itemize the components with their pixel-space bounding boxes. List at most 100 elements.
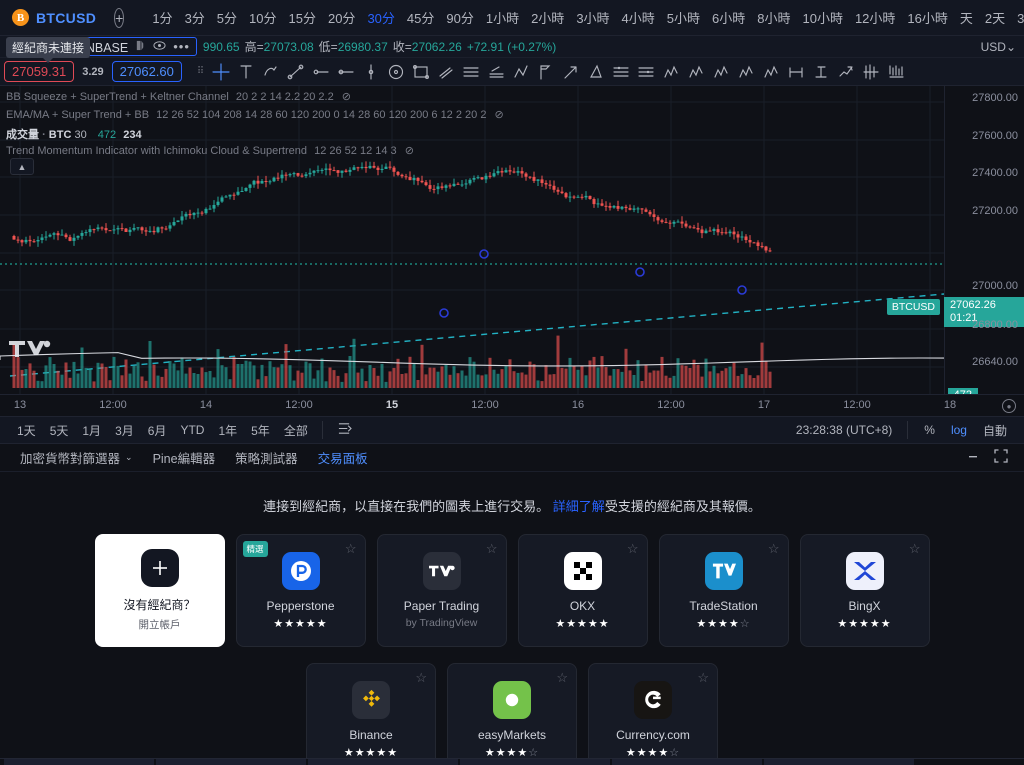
timeframe-2天[interactable]: 2天	[979, 5, 1011, 30]
range-全部[interactable]: 全部	[277, 419, 315, 442]
timeframe-3天[interactable]: 3天	[1011, 5, 1024, 30]
broker-card-okx[interactable]: ☆ OKX ★★★★★	[517, 534, 648, 647]
chart-area[interactable]: BB Squeeze + SuperTrend + Keltner Channe…	[0, 86, 1024, 394]
buy-price-button[interactable]: 27062.60	[111, 61, 182, 82]
favorite-star-icon[interactable]: ☆	[345, 542, 357, 555]
time-scale[interactable]: 13 12:00 14 12:00 15 12:00 16 12:00 17 12:00 18 ●	[0, 394, 1024, 416]
date-range-icon[interactable]	[808, 60, 833, 84]
timeframe-10小時[interactable]: 10小時	[796, 5, 848, 30]
broker-card-tradestation[interactable]: ☆ TradeStation ★★★★☆	[658, 534, 789, 647]
percent-scale-button[interactable]: %	[917, 420, 942, 440]
timeframe-30分[interactable]: 30分	[361, 5, 400, 30]
tab-加密貨幣對篩選器[interactable]: 加密貨幣對篩選器 ⌄	[10, 444, 143, 471]
maximize-icon[interactable]	[994, 449, 1008, 466]
timeframe-2小時[interactable]: 2小時	[525, 5, 570, 30]
abcd-pattern-icon[interactable]	[683, 60, 708, 84]
trend-line-icon[interactable]	[283, 60, 308, 84]
range-5年[interactable]: 5年	[244, 419, 277, 442]
favorite-star-icon[interactable]: ☆	[697, 671, 709, 684]
taskbar-segment[interactable]	[4, 759, 154, 765]
hide-indicator-icon[interactable]: ⊘	[495, 109, 504, 121]
minimize-icon[interactable]	[966, 450, 980, 465]
currency-selector[interactable]: USD⌄	[981, 40, 1016, 54]
broker-card-paper-trading[interactable]: ☆ Paper Trading by TradingView	[376, 534, 507, 647]
collapse-pane-button[interactable]: ▲	[10, 158, 34, 175]
circle-icon[interactable]	[383, 60, 408, 84]
favorite-star-icon[interactable]: ☆	[556, 671, 568, 684]
timeframe-10分[interactable]: 10分	[243, 5, 282, 30]
arrow-marker-icon[interactable]	[558, 60, 583, 84]
learn-more-link[interactable]: 詳細了解	[553, 499, 605, 514]
hide-indicator-icon[interactable]: ⊘	[405, 145, 414, 157]
crosshair-icon[interactable]	[208, 60, 233, 84]
log-scale-button[interactable]: log	[944, 420, 974, 440]
range-YTD[interactable]: YTD	[173, 420, 211, 440]
more-options-icon[interactable]: •••	[173, 40, 190, 53]
favorite-star-icon[interactable]: ☆	[486, 542, 498, 555]
timeframe-4小時[interactable]: 4小時	[616, 5, 661, 30]
range-1年[interactable]: 1年	[211, 419, 244, 442]
reset-chart-icon[interactable]	[330, 419, 359, 441]
triangle-icon[interactable]	[583, 60, 608, 84]
gann-fan-icon[interactable]	[508, 60, 533, 84]
timeframe-天[interactable]: 天	[954, 5, 979, 30]
indicator-legend-1[interactable]: BB Squeeze + SuperTrend + Keltner Channe…	[6, 90, 351, 103]
bars-pattern-icon[interactable]	[883, 60, 908, 84]
volume-legend[interactable]: 成交量 · BTC 30 472 234	[6, 126, 142, 142]
timeframe-20分[interactable]: 20分	[322, 5, 361, 30]
timeframe-12小時[interactable]: 12小時	[849, 5, 901, 30]
projection-icon[interactable]	[833, 60, 858, 84]
timeframe-16小時[interactable]: 16小時	[901, 5, 953, 30]
symbol-name[interactable]: BTCUSD	[36, 10, 96, 26]
text-icon[interactable]	[233, 60, 258, 84]
forecast-icon[interactable]	[858, 60, 883, 84]
taskbar-segment[interactable]	[764, 759, 914, 765]
timeframe-3小時[interactable]: 3小時	[570, 5, 615, 30]
brush-icon[interactable]	[258, 60, 283, 84]
tab-策略測試器[interactable]: 策略測試器	[225, 444, 308, 471]
xabcd-pattern-icon[interactable]	[658, 60, 683, 84]
elliott-wave-icon[interactable]	[708, 60, 733, 84]
timeframe-1小時[interactable]: 1小時	[480, 5, 525, 30]
favorite-star-icon[interactable]: ☆	[415, 671, 427, 684]
broker-card--[interactable]: 沒有經紀商？ 開立帳戶	[94, 534, 225, 647]
timeframe-6小時[interactable]: 6小時	[706, 5, 751, 30]
range-5天[interactable]: 5天	[43, 419, 76, 442]
timeframe-5分[interactable]: 5分	[211, 5, 243, 30]
horizontal-line-icon[interactable]	[333, 60, 358, 84]
broker-card-binance[interactable]: ☆ Binance ★★★★★	[306, 663, 436, 765]
rectangle-icon[interactable]	[408, 60, 433, 84]
timeframe-90分[interactable]: 90分	[440, 5, 479, 30]
range-1月[interactable]: 1月	[75, 419, 108, 442]
sell-price-button[interactable]: 27059.31	[4, 61, 75, 82]
price-scale[interactable]: 27800.00 27600.00 27400.00 27200.00 2706…	[944, 86, 1024, 394]
favorite-star-icon[interactable]: ☆	[627, 542, 639, 555]
tab-交易面板[interactable]: 交易面板	[308, 444, 378, 471]
timeframe-3分[interactable]: 3分	[179, 5, 211, 30]
parallel-channel-icon[interactable]	[433, 60, 458, 84]
pitchfork-icon[interactable]	[458, 60, 483, 84]
chart-style-icon[interactable]	[135, 40, 146, 54]
indicator-legend-2[interactable]: EMA/MA + Super Trend + BB 12 26 52 104 2…	[6, 108, 504, 121]
symbol-badge[interactable]: B BTCUSD	[8, 9, 102, 26]
add-symbol-button[interactable]: +	[114, 7, 125, 28]
vertical-line-icon[interactable]	[358, 60, 383, 84]
timeframe-15分[interactable]: 15分	[283, 5, 322, 30]
taskbar-segment[interactable]	[612, 759, 762, 765]
fib-retracement-icon[interactable]	[608, 60, 633, 84]
favorite-star-icon[interactable]: ☆	[909, 542, 921, 555]
range-1天[interactable]: 1天	[10, 419, 43, 442]
broker-card-pepperstone[interactable]: 精選 ☆ Pepperstone ★★★★★	[235, 534, 366, 647]
timeframe-5小時[interactable]: 5小時	[661, 5, 706, 30]
broker-card-easymarkets[interactable]: ☆ easyMarkets ★★★★☆	[447, 663, 577, 765]
timeframe-1分[interactable]: 1分	[146, 5, 178, 30]
toolbar-drag-handle[interactable]: ⠿	[193, 66, 207, 77]
broker-card-currency-com[interactable]: ☆ Currency.com ★★★★☆	[588, 663, 718, 765]
taskbar-segment[interactable]	[308, 759, 458, 765]
broker-card-bingx[interactable]: ☆ BingX ★★★★★	[799, 534, 930, 647]
flag-mark-icon[interactable]	[533, 60, 558, 84]
hide-indicator-icon[interactable]: ⊘	[342, 91, 351, 103]
taskbar-segment[interactable]	[460, 759, 610, 765]
timeframe-8小時[interactable]: 8小時	[751, 5, 796, 30]
chevron-down-icon[interactable]: ⌄	[125, 452, 133, 463]
